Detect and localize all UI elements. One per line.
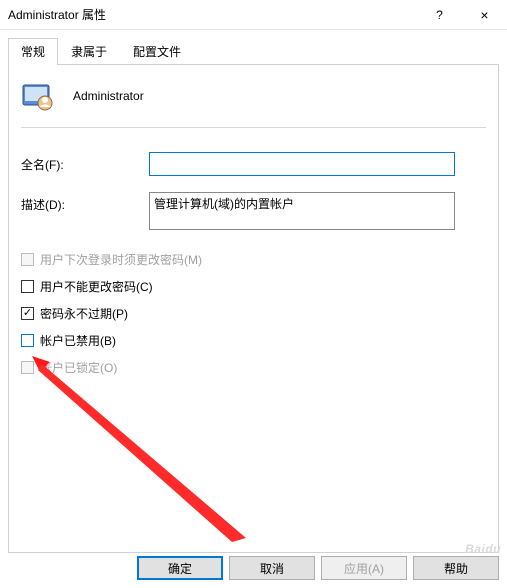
help-button-bottom[interactable]: 帮助 bbox=[413, 556, 499, 580]
check-label: 用户下次登录时须更改密码(M) bbox=[40, 251, 202, 268]
description-label: 描述(D): bbox=[21, 192, 149, 213]
check-cannot-change[interactable]: 用户不能更改密码(C) bbox=[21, 278, 486, 295]
tab-memberof[interactable]: 隶属于 bbox=[58, 38, 120, 65]
fullname-input[interactable] bbox=[149, 152, 455, 176]
check-label: 密码永不过期(P) bbox=[40, 305, 128, 322]
tab-general[interactable]: 常规 bbox=[8, 38, 58, 65]
check-account-locked: 帐户已锁定(O) bbox=[21, 359, 486, 376]
fullname-label: 全名(F): bbox=[21, 152, 149, 173]
tab-panel-general: Administrator 全名(F): 描述(D): 管理计算机(域)的内置帐… bbox=[8, 65, 499, 553]
checkbox-icon bbox=[21, 361, 34, 374]
description-input[interactable]: 管理计算机(域)的内置帐户 bbox=[149, 192, 455, 230]
window-title: Administrator 属性 bbox=[8, 6, 417, 23]
cancel-button[interactable]: 取消 bbox=[229, 556, 315, 580]
dialog-body: 常规 隶属于 配置文件 Administrator 全名(F): bbox=[0, 30, 507, 561]
checkbox-icon bbox=[21, 334, 34, 347]
tab-profile[interactable]: 配置文件 bbox=[120, 38, 194, 65]
ok-button[interactable]: 确定 bbox=[137, 556, 223, 580]
title-bar: Administrator 属性 ? × bbox=[0, 0, 507, 30]
check-never-expire[interactable]: 密码永不过期(P) bbox=[21, 305, 486, 322]
check-must-change: 用户下次登录时须更改密码(M) bbox=[21, 251, 486, 268]
checkbox-icon bbox=[21, 280, 34, 293]
check-account-disabled[interactable]: 帐户已禁用(B) bbox=[21, 332, 486, 349]
tab-strip: 常规 隶属于 配置文件 bbox=[8, 38, 499, 65]
field-fullname: 全名(F): bbox=[21, 152, 486, 176]
button-bar: 确定 取消 应用(A) 帮助 bbox=[137, 556, 499, 580]
apply-button: 应用(A) bbox=[321, 556, 407, 580]
checkbox-icon bbox=[21, 307, 34, 320]
checkbox-icon bbox=[21, 253, 34, 266]
close-button[interactable]: × bbox=[462, 0, 507, 30]
divider bbox=[21, 127, 486, 128]
check-label: 用户不能更改密码(C) bbox=[40, 278, 153, 295]
check-label: 帐户已锁定(O) bbox=[40, 359, 117, 376]
field-description: 描述(D): 管理计算机(域)的内置帐户 bbox=[21, 192, 486, 235]
help-button[interactable]: ? bbox=[417, 0, 462, 30]
user-icon bbox=[21, 79, 55, 113]
checkbox-group: 用户下次登录时须更改密码(M) 用户不能更改密码(C) 密码永不过期(P) 帐户… bbox=[21, 251, 486, 376]
account-header: Administrator bbox=[21, 79, 486, 113]
check-label: 帐户已禁用(B) bbox=[40, 332, 116, 349]
account-name: Administrator bbox=[73, 89, 144, 103]
